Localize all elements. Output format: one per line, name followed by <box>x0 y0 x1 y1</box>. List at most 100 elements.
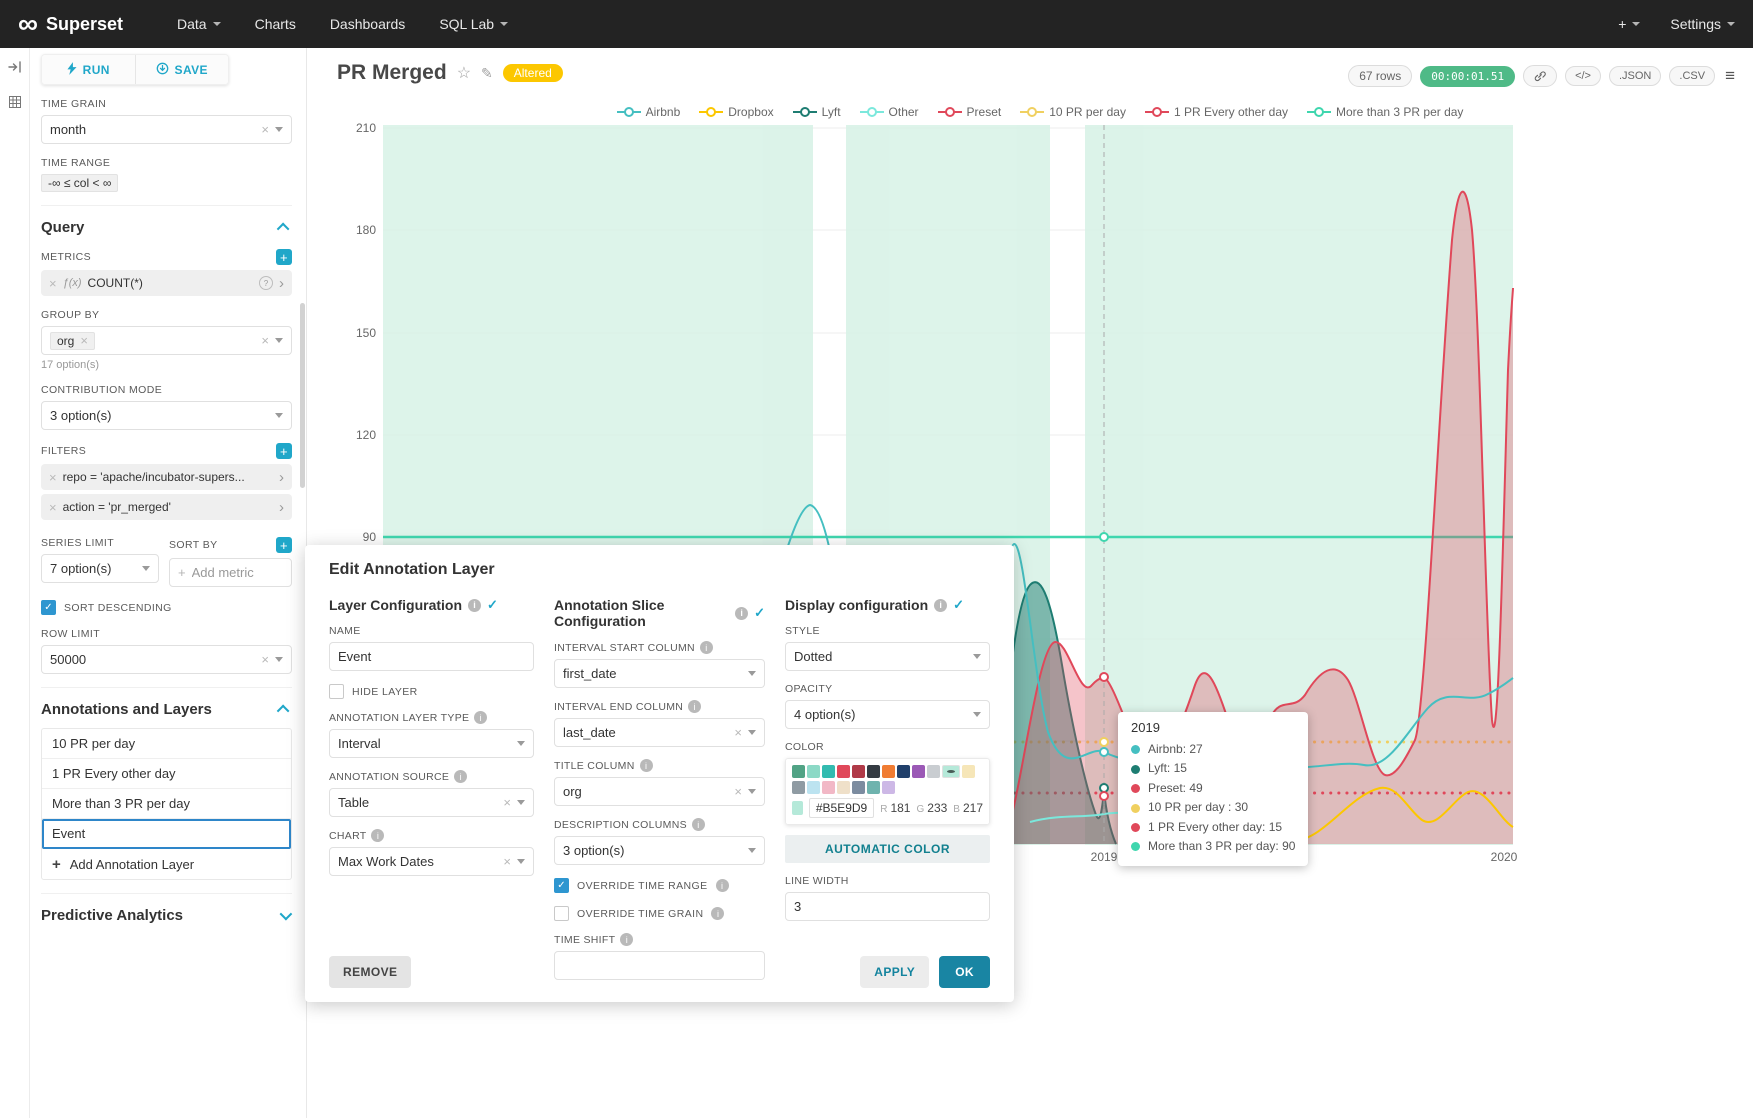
settings-menu[interactable]: Settings <box>1670 16 1735 32</box>
legend-item[interactable]: Dropbox <box>699 105 773 119</box>
clear-icon[interactable]: × <box>734 785 742 798</box>
info-icon[interactable]: i <box>371 829 384 842</box>
legend-item[interactable]: Airbnb <box>617 105 681 119</box>
sort-descending-control[interactable]: ✓ SORT DESCENDING <box>41 600 292 615</box>
override-time-range-checkbox[interactable]: ✓ <box>554 878 569 893</box>
color-swatch[interactable] <box>882 765 895 778</box>
query-section-header[interactable]: Query <box>41 205 292 236</box>
new-item-button[interactable]: + <box>1618 16 1640 32</box>
override-time-range-control[interactable]: ✓ OVERRIDE TIME RANGE i <box>554 878 765 893</box>
export-json-button[interactable]: .JSON <box>1609 66 1661 86</box>
time-grain-select[interactable]: month × <box>41 115 292 144</box>
color-swatch[interactable] <box>807 781 820 794</box>
annotation-layer-type-select[interactable]: Interval <box>329 729 534 758</box>
add-metric-button[interactable]: + <box>276 249 292 265</box>
legend-item[interactable]: Other <box>860 105 919 119</box>
time-range-value[interactable]: -∞ ≤ col < ∞ <box>41 174 118 192</box>
dataset-grid-icon[interactable] <box>8 95 22 114</box>
annotations-section-header[interactable]: Annotations and Layers <box>41 687 292 718</box>
add-annotation-layer-button[interactable]: + Add Annotation Layer <box>42 849 291 879</box>
group-by-select[interactable]: org × × <box>41 326 292 355</box>
remove-filter-icon[interactable]: × <box>49 501 57 514</box>
annotation-layer-item[interactable]: 10 PR per day <box>42 729 291 759</box>
clear-icon[interactable]: × <box>503 855 511 868</box>
clear-icon[interactable]: × <box>261 653 269 666</box>
color-swatch[interactable] <box>867 781 880 794</box>
override-time-grain-checkbox[interactable] <box>554 906 569 921</box>
color-swatch[interactable] <box>852 765 865 778</box>
remove-metric-icon[interactable]: × <box>49 277 57 290</box>
ok-button[interactable]: OK <box>939 956 990 988</box>
more-menu-icon[interactable]: ≡ <box>1725 66 1735 86</box>
annotation-source-select[interactable]: Table × <box>329 788 534 817</box>
embed-code-button[interactable]: </> <box>1565 66 1601 86</box>
clear-icon[interactable]: × <box>734 726 742 739</box>
hide-layer-control[interactable]: HIDE LAYER <box>329 684 534 699</box>
info-icon[interactable]: i <box>474 711 487 724</box>
info-icon[interactable]: i <box>620 933 633 946</box>
edit-properties-icon[interactable]: ✎ <box>481 65 493 82</box>
info-icon[interactable]: i <box>934 599 947 612</box>
info-icon[interactable]: i <box>468 599 481 612</box>
color-swatch[interactable] <box>882 781 895 794</box>
metric-pill[interactable]: × ƒ(x) COUNT(*) ? › <box>41 270 292 296</box>
sort-by-select[interactable]: + Add metric <box>169 558 292 587</box>
series-limit-select[interactable]: 7 option(s) <box>41 554 159 583</box>
color-swatch[interactable] <box>942 765 960 778</box>
color-swatch[interactable] <box>807 765 820 778</box>
annotation-layer-item-selected[interactable]: Event <box>42 819 291 849</box>
superset-brand[interactable]: ∞ Superset <box>18 14 123 35</box>
clear-icon[interactable]: × <box>261 123 269 136</box>
info-icon[interactable]: i <box>688 700 701 713</box>
remove-filter-icon[interactable]: × <box>49 471 57 484</box>
description-columns-select[interactable]: 3 option(s) <box>554 836 765 865</box>
altered-badge[interactable]: Altered <box>503 64 563 82</box>
color-swatch[interactable] <box>822 781 835 794</box>
style-select[interactable]: Dotted <box>785 642 990 671</box>
save-button[interactable]: SAVE <box>135 55 229 84</box>
color-swatch[interactable] <box>822 765 835 778</box>
title-column-select[interactable]: org × <box>554 777 765 806</box>
color-swatch[interactable] <box>852 781 865 794</box>
legend-item[interactable]: 10 PR per day <box>1020 105 1126 119</box>
add-sort-metric-button[interactable]: + <box>276 537 292 553</box>
color-swatch[interactable] <box>912 765 925 778</box>
name-input[interactable]: Event <box>329 642 534 671</box>
export-csv-button[interactable]: .CSV <box>1669 66 1715 86</box>
automatic-color-button[interactable]: AUTOMATIC COLOR <box>785 835 990 863</box>
color-swatch[interactable] <box>792 765 805 778</box>
nav-data[interactable]: Data <box>177 16 221 32</box>
apply-button[interactable]: APPLY <box>860 956 929 988</box>
help-icon[interactable]: ? <box>259 276 273 290</box>
interval-end-column-select[interactable]: last_date × <box>554 718 765 747</box>
override-time-grain-control[interactable]: OVERRIDE TIME GRAIN i <box>554 906 765 921</box>
remove-button[interactable]: REMOVE <box>329 956 411 988</box>
sort-descending-checkbox[interactable]: ✓ <box>41 600 56 615</box>
group-by-tag[interactable]: org × <box>50 332 95 350</box>
info-icon[interactable]: i <box>700 641 713 654</box>
color-swatch[interactable] <box>897 765 910 778</box>
line-width-input[interactable]: 3 <box>785 892 990 921</box>
nav-dashboards[interactable]: Dashboards <box>330 16 406 32</box>
annotation-layer-item[interactable]: 1 PR Every other day <box>42 759 291 789</box>
legend-item[interactable]: More than 3 PR per day <box>1307 105 1463 119</box>
hide-layer-checkbox[interactable] <box>329 684 344 699</box>
hex-input[interactable]: #B5E9D9 <box>809 798 874 818</box>
info-icon[interactable]: i <box>711 907 724 920</box>
filter-pill[interactable]: × repo = 'apache/incubator-supers... › <box>41 464 292 490</box>
predictive-analytics-section-header[interactable]: Predictive Analytics <box>41 893 292 924</box>
info-icon[interactable]: i <box>716 879 729 892</box>
remove-tag-icon[interactable]: × <box>80 334 88 347</box>
info-icon[interactable]: i <box>692 818 705 831</box>
legend-item[interactable]: Lyft <box>793 105 841 119</box>
chart-select[interactable]: Max Work Dates × <box>329 847 534 876</box>
favorite-star-icon[interactable]: ☆ <box>457 63 471 83</box>
interval-start-column-select[interactable]: first_date <box>554 659 765 688</box>
info-icon[interactable]: i <box>454 770 467 783</box>
clear-icon[interactable]: × <box>503 796 511 809</box>
copy-link-button[interactable] <box>1523 65 1557 87</box>
color-swatch[interactable] <box>927 765 940 778</box>
clear-icon[interactable]: × <box>261 334 269 347</box>
filter-pill[interactable]: × action = 'pr_merged' › <box>41 494 292 520</box>
color-swatch[interactable] <box>962 765 975 778</box>
